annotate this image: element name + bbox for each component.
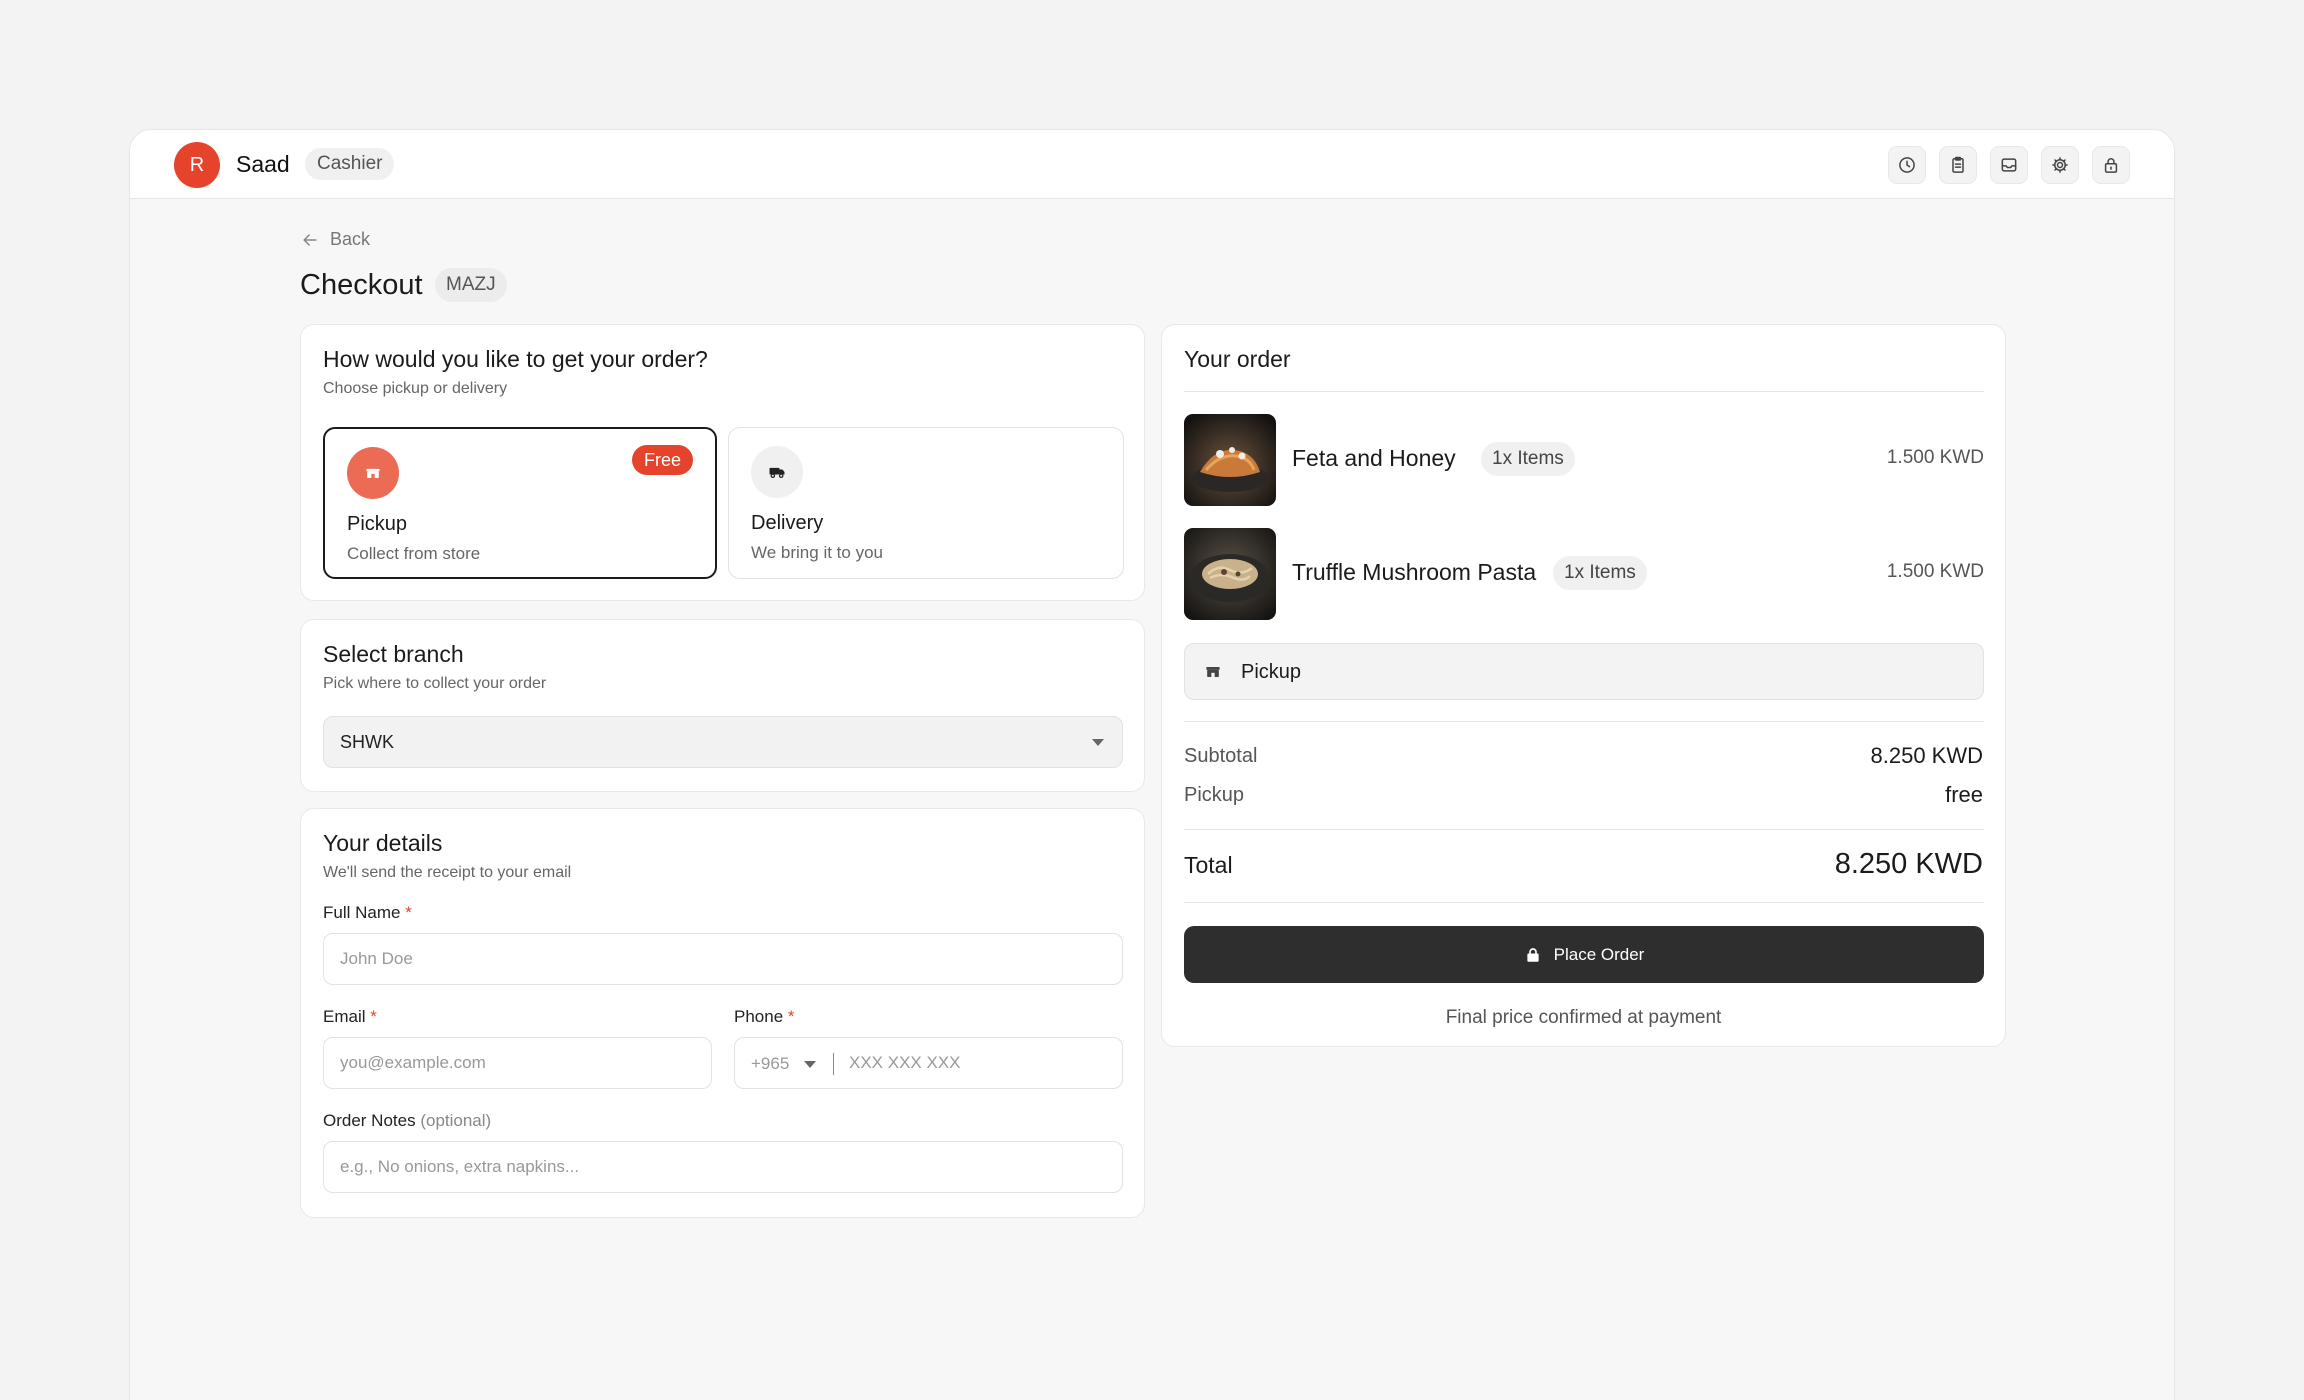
app-window: R Saad Cashier Back Checkout MAZJ How wo…: [129, 129, 2175, 1400]
phone-label: Phone *: [734, 1007, 795, 1026]
qty-badge: 1x Items: [1553, 556, 1647, 590]
item-image-pasta: [1184, 528, 1276, 620]
store-badge: MAZJ: [435, 268, 507, 302]
lock-icon: [1527, 947, 1539, 962]
order-summary-card: Your order Feta and Honey 1x Items 1.500…: [1161, 324, 2006, 1047]
page-title: Checkout: [300, 269, 423, 301]
full-name-label: Full Name *: [323, 903, 412, 922]
total-label: Total: [1184, 852, 1233, 878]
branch-select[interactable]: SHWK: [323, 716, 1123, 768]
fulfillment-card: How would you like to get your order? Ch…: [300, 324, 1145, 601]
order-item: Truffle Mushroom Pasta 1x Items 1.500 KW…: [1184, 528, 1984, 620]
branch-title: Select branch: [323, 641, 464, 667]
pickup-fee-value: free: [1945, 782, 1983, 807]
chevron-down-icon: [1092, 739, 1104, 746]
inbox-icon: [2001, 158, 2017, 172]
email-label: Email *: [323, 1007, 377, 1026]
lock-icon: [2104, 158, 2118, 173]
top-bar: R Saad Cashier: [130, 130, 2174, 199]
email-field[interactable]: [323, 1037, 712, 1089]
inbox-button[interactable]: [1990, 146, 2028, 184]
pickup-label: Pickup: [347, 513, 408, 535]
price-note: Final price confirmed at payment: [1445, 1007, 1722, 1028]
subtotal-value: 8.250 KWD: [1870, 743, 1984, 768]
method-label: Pickup: [1241, 661, 1302, 683]
country-code-select[interactable]: +965: [751, 1054, 789, 1074]
divider: [1184, 902, 1984, 903]
store-icon: [347, 447, 399, 499]
delivery-sub: We bring it to you: [751, 543, 883, 562]
item-price: 1.500 KWD: [1886, 561, 1984, 582]
user-name: Saad: [236, 151, 290, 177]
details-card: Your details We'll send the receipt to y…: [300, 808, 1145, 1218]
item-name: Feta and Honey: [1292, 445, 1456, 471]
place-order-button[interactable]: Place Order: [1184, 926, 1984, 983]
chevron-down-icon[interactable]: [804, 1061, 816, 1068]
clipboard-icon: [1952, 156, 1964, 173]
pickup-option[interactable]: Free Pickup Collect from store: [323, 427, 717, 579]
details-subtitle: We'll send the receipt to your email: [323, 864, 572, 881]
details-title: Your details: [323, 830, 443, 856]
delivery-label: Delivery: [751, 512, 824, 534]
full-name-input[interactable]: [323, 933, 1123, 985]
divider: [1184, 829, 1984, 830]
qty-badge: 1x Items: [1481, 442, 1575, 476]
pickup-fee-label: Pickup: [1184, 784, 1245, 806]
item-name: Truffle Mushroom Pasta: [1292, 559, 1537, 585]
divider: [1184, 721, 1984, 722]
pickup-sub: Collect from store: [347, 544, 481, 563]
toolbar-icons: [1888, 146, 2130, 184]
arrow-left-icon: [303, 233, 317, 246]
subtotal-label: Subtotal: [1184, 745, 1258, 767]
avatar[interactable]: R: [174, 142, 220, 188]
lock-button[interactable]: [2092, 146, 2130, 184]
orders-button[interactable]: [1939, 146, 1977, 184]
settings-button[interactable]: [2041, 146, 2079, 184]
fulfillment-title: How would you like to get your order?: [323, 346, 708, 372]
phone-field: +965: [734, 1037, 1123, 1089]
history-button[interactable]: [1888, 146, 1926, 184]
free-badge: Free: [631, 445, 693, 475]
branch-selected-value: SHWK: [340, 732, 394, 752]
item-price: 1.500 KWD: [1886, 447, 1984, 468]
order-notes-input[interactable]: [323, 1141, 1123, 1193]
gear-icon: [2052, 157, 2068, 173]
divider: [1184, 391, 1984, 392]
order-title: Your order: [1184, 346, 1291, 372]
total-value: 8.250 KWD: [1834, 848, 1983, 880]
branch-subtitle: Pick where to collect your order: [323, 675, 547, 692]
phone-input[interactable]: [841, 1038, 1091, 1088]
notes-label: Order Notes (optional): [323, 1111, 492, 1130]
back-link[interactable]: Back: [300, 229, 370, 250]
phone-divider: [833, 1053, 834, 1075]
delivery-option[interactable]: Delivery We bring it to you: [728, 427, 1124, 579]
item-image-feta: [1184, 414, 1276, 506]
branch-card: Select branch Pick where to collect your…: [300, 619, 1145, 792]
store-icon: [1206, 667, 1220, 677]
order-item: Feta and Honey 1x Items 1.500 KWD: [1184, 414, 1984, 506]
clock-icon: [1899, 157, 1915, 173]
place-order-label: Place Order: [1553, 944, 1645, 964]
role-badge: Cashier: [305, 148, 395, 180]
back-label: Back: [330, 229, 371, 249]
fulfillment-subtitle: Choose pickup or delivery: [323, 380, 508, 397]
truck-icon: [751, 446, 803, 498]
fulfillment-method-pill: Pickup: [1184, 643, 1984, 700]
